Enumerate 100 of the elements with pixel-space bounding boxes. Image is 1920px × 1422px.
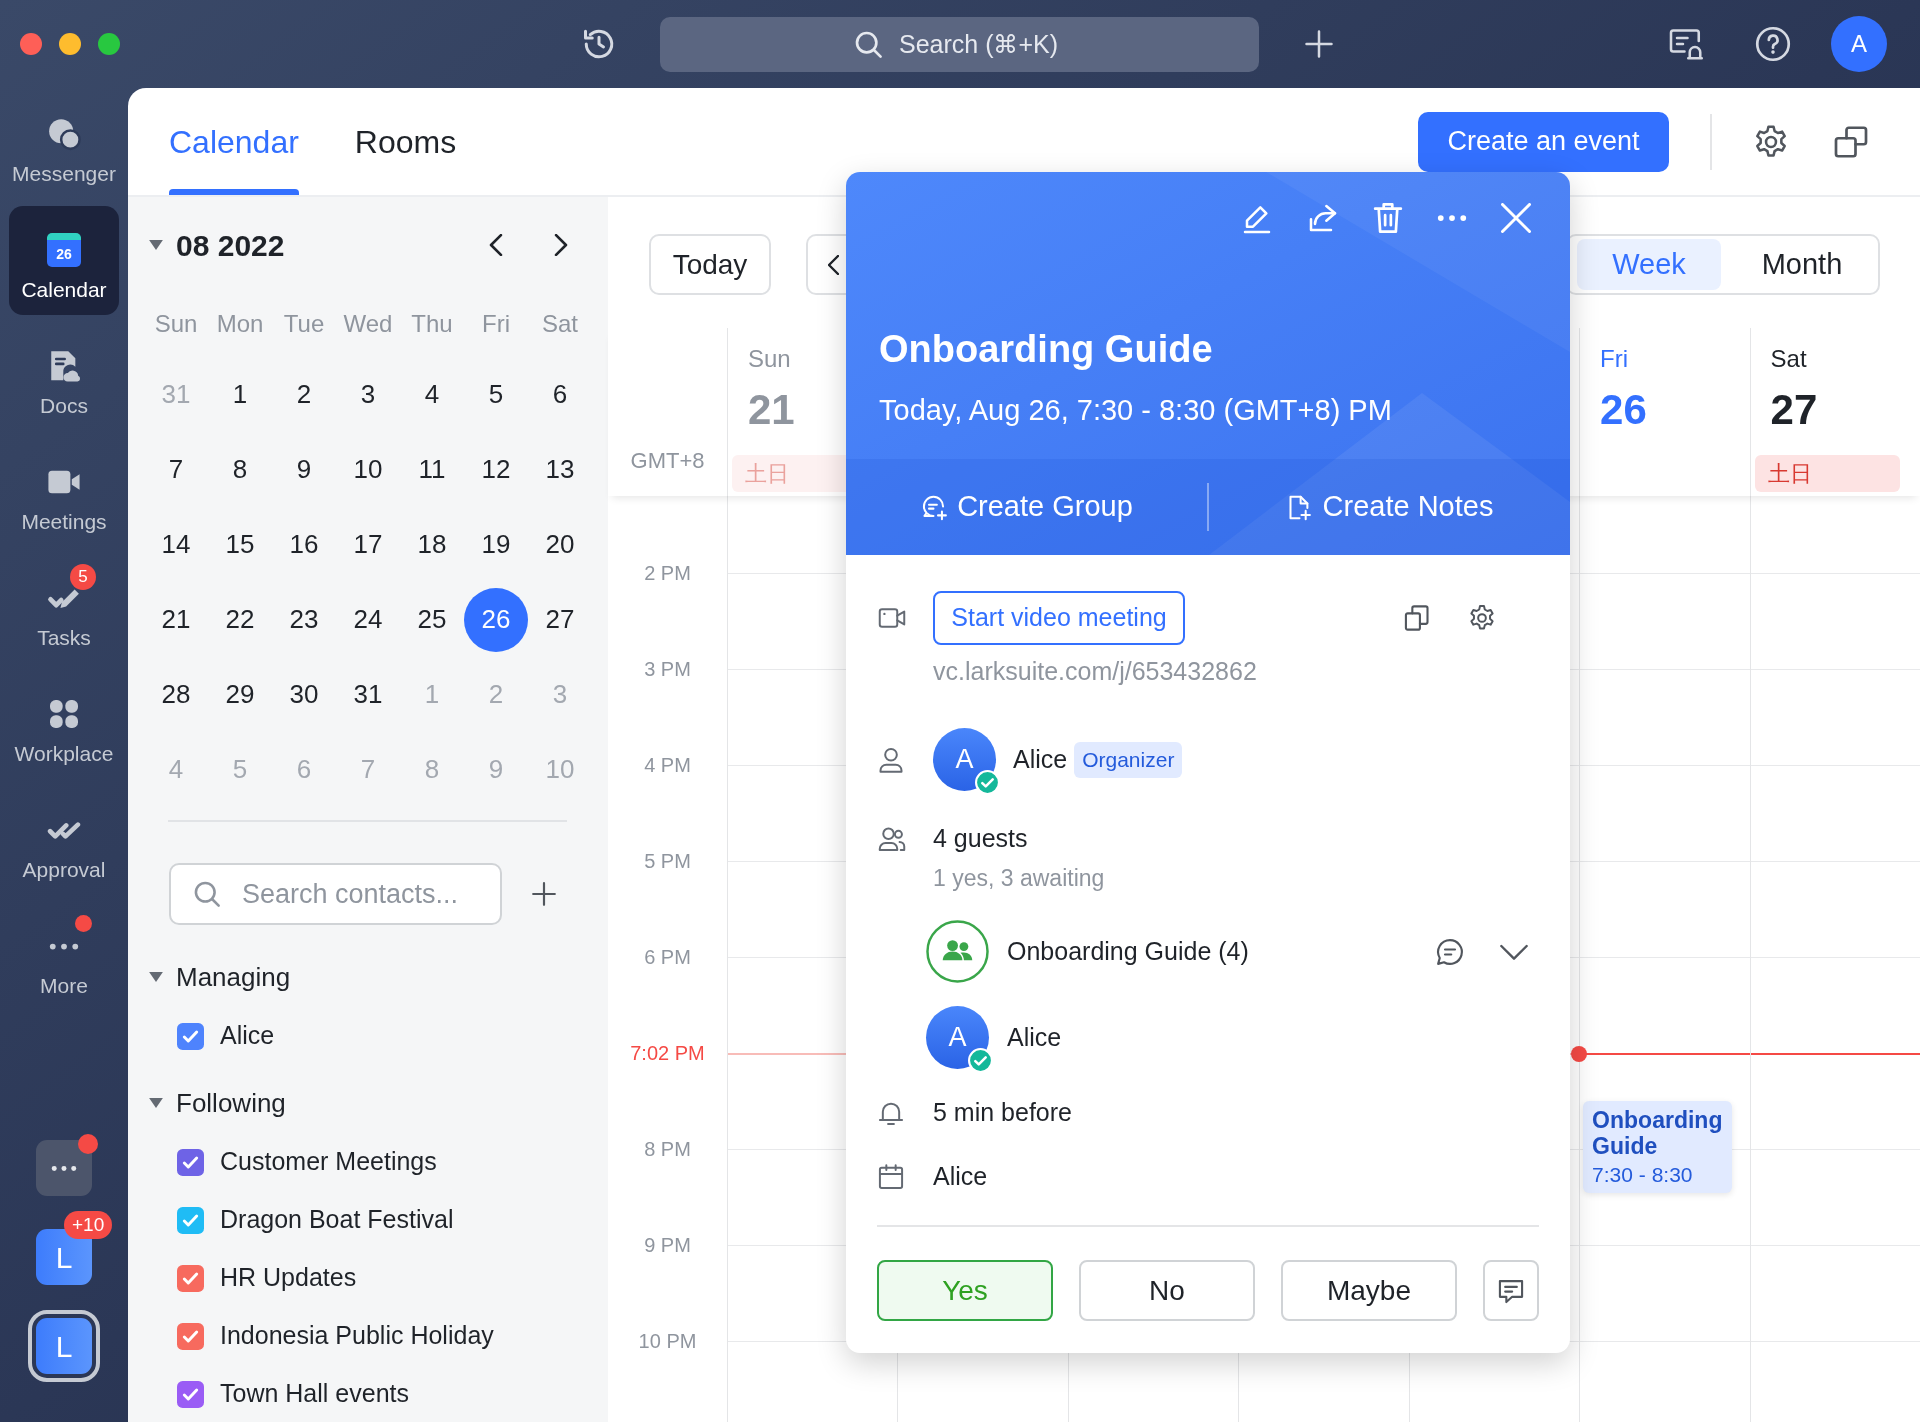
comment-button[interactable] <box>1483 1260 1539 1321</box>
chevron-left-icon[interactable] <box>489 234 503 256</box>
tab[interactable]: Calendar <box>169 88 299 195</box>
copy-icon[interactable] <box>1403 604 1431 632</box>
calendar-day[interactable]: 25 <box>400 587 464 652</box>
calendar-day[interactable]: 23 <box>272 587 336 652</box>
calendar-day[interactable]: 31 <box>336 662 400 727</box>
help-icon[interactable] <box>1755 26 1791 62</box>
calendar-day[interactable]: 21 <box>144 587 208 652</box>
calendar-day[interactable]: 1 <box>208 362 272 427</box>
nav-item[interactable]: More <box>9 902 119 1011</box>
calendar-name: Town Hall events <box>220 1378 409 1410</box>
plus-icon[interactable] <box>531 881 557 907</box>
chevron-right-icon[interactable] <box>554 234 568 256</box>
windows-icon[interactable] <box>1833 123 1869 160</box>
guest-count: 4 guests <box>933 823 1028 855</box>
calendar-day[interactable]: 12 <box>464 437 528 502</box>
checkbox[interactable] <box>177 1322 204 1350</box>
share-arrow-icon[interactable] <box>1307 202 1339 234</box>
nav-item[interactable]: 26 Calendar <box>9 206 119 315</box>
calendar-day[interactable]: 10 <box>336 437 400 502</box>
calendar-day[interactable]: 9 <box>272 437 336 502</box>
holiday-tag: 土日 <box>1754 455 1900 492</box>
view-tab[interactable]: Month <box>1730 239 1874 290</box>
calendar-day[interactable]: 4 <box>400 362 464 427</box>
rsvp-button[interactable]: Maybe <box>1281 1260 1457 1321</box>
reminder-text: 5 min before <box>933 1097 1072 1129</box>
calendar-name: Customer Meetings <box>220 1146 437 1178</box>
trash-icon[interactable] <box>1373 202 1403 234</box>
view-tab[interactable]: Week <box>1577 239 1721 290</box>
calendar-day[interactable]: 13 <box>528 437 592 502</box>
calendar-day[interactable]: 5 <box>464 362 528 427</box>
calendar-day[interactable]: 30 <box>272 662 336 727</box>
screen-bell-icon[interactable] <box>1668 26 1704 62</box>
time-label: 8 PM <box>644 1137 691 1161</box>
avatar: A <box>933 728 996 791</box>
avatar: A <box>926 1006 989 1069</box>
calendar-day[interactable]: 26 <box>464 587 528 652</box>
search-field[interactable]: Search contacts... <box>169 863 502 925</box>
event-time: Today, Aug 26, 7:30 - 8:30 (GMT+8) PM <box>879 393 1392 428</box>
calendar-day[interactable]: 27 <box>528 587 592 652</box>
weekday-label: Sat <box>1770 344 1807 374</box>
tab[interactable]: Rooms <box>354 88 457 195</box>
time-label: 4 PM <box>644 753 691 777</box>
calendar-day[interactable]: 19 <box>464 512 528 577</box>
group-header[interactable]: Managing <box>149 957 291 997</box>
settings-icon[interactable] <box>1753 123 1789 160</box>
user-avatar[interactable]: A <box>1831 16 1887 72</box>
nav-item[interactable]: Docs <box>9 322 119 431</box>
notification-badge: +10 <box>64 1211 113 1239</box>
caret-down-icon[interactable] <box>149 240 163 250</box>
rsvp-button[interactable]: No <box>1079 1260 1255 1321</box>
calendar-day[interactable]: 11 <box>400 437 464 502</box>
nav-item[interactable]: Workplace <box>9 670 119 779</box>
nav-item[interactable]: Approval <box>9 786 119 895</box>
calendar-day[interactable]: 15 <box>208 512 272 577</box>
window-minimize-button[interactable] <box>59 33 81 55</box>
checkbox[interactable] <box>177 1148 204 1176</box>
more-icon[interactable] <box>1437 214 1467 222</box>
attendee-name: Alice <box>1013 743 1068 775</box>
close-icon[interactable] <box>1501 203 1531 233</box>
nav-item[interactable]: Meetings <box>9 438 119 547</box>
calendar-day[interactable]: 29 <box>208 662 272 727</box>
checkbox[interactable] <box>177 1022 204 1050</box>
calendar-day[interactable]: 7 <box>144 437 208 502</box>
header-action-button[interactable]: Create Group <box>920 485 1133 529</box>
calendar-day[interactable]: 18 <box>400 512 464 577</box>
chevron-left-icon <box>828 254 839 275</box>
checkbox[interactable] <box>177 1264 204 1292</box>
time-label: 3 PM <box>644 657 691 681</box>
nav-item[interactable]: Tasks 5 <box>9 554 119 663</box>
settings-icon[interactable] <box>1468 604 1496 632</box>
window-maximize-button[interactable] <box>98 33 120 55</box>
calendar-day[interactable]: 8 <box>208 437 272 502</box>
calendar-day[interactable]: 22 <box>208 587 272 652</box>
apps-button[interactable] <box>36 1140 92 1196</box>
window-close-button[interactable] <box>20 33 42 55</box>
calendar-day[interactable]: 28 <box>144 662 208 727</box>
calendar-day[interactable]: 20 <box>528 512 592 577</box>
search-field[interactable]: Search (⌘+K) <box>660 16 1259 72</box>
calendar-day[interactable]: 24 <box>336 587 400 652</box>
calendar-day[interactable]: 14 <box>144 512 208 577</box>
create-event-button[interactable]: Create an event <box>1418 111 1669 172</box>
start-video-meeting-button[interactable]: Start video meeting <box>933 591 1185 645</box>
nav-item[interactable]: Messenger <box>9 90 119 199</box>
calendar-day[interactable]: 2 <box>272 362 336 427</box>
search-icon <box>854 29 883 59</box>
checkbox[interactable] <box>177 1206 204 1234</box>
calendar-day[interactable]: 3 <box>336 362 400 427</box>
event-card[interactable]: Onboarding Guide 7:30 - 8:30 <box>1583 1101 1732 1193</box>
group-header[interactable]: Following <box>149 1083 286 1123</box>
header-action-button[interactable]: Create Notes <box>1285 485 1494 529</box>
today-button[interactable]: Today <box>649 234 771 295</box>
weekday-label: Fri <box>1600 344 1629 374</box>
calendar-day[interactable]: 17 <box>336 512 400 577</box>
chevron-down-icon[interactable] <box>1500 943 1528 960</box>
calendar-day[interactable]: 6 <box>528 362 592 427</box>
checkbox[interactable] <box>177 1380 204 1408</box>
chat-icon[interactable] <box>1435 936 1465 967</box>
calendar-day[interactable]: 16 <box>272 512 336 577</box>
